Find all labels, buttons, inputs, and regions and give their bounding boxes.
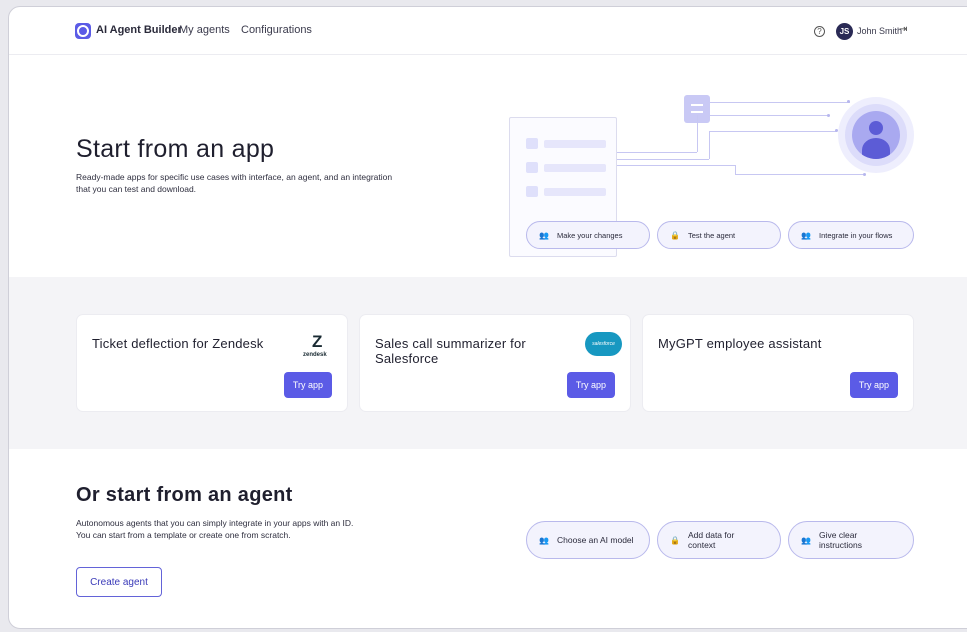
app-card-zendesk: Ticket deflection for Zendesk Z zendesk … [76, 314, 348, 412]
try-app-button[interactable]: Try app [566, 372, 615, 398]
nav-my-agents[interactable]: My agents [179, 24, 230, 36]
app-title: Ticket deflection for Zendesk [92, 336, 264, 351]
people-icon: 👥 [801, 535, 811, 545]
try-app-button[interactable]: Try app [849, 372, 898, 398]
help-icon[interactable]: ? [814, 26, 825, 37]
app-card-mygpt: MyGPT employee assistant Try app [642, 314, 914, 412]
app-title: MyGPT employee assistant [658, 336, 822, 351]
dot [835, 129, 838, 132]
connector-line [710, 115, 828, 116]
connector-line [697, 115, 698, 152]
app-window: AI Agent Builder My agents Configuration… [8, 6, 967, 629]
create-agent-button[interactable]: Create agent [76, 567, 162, 597]
person-avatar-icon [852, 111, 900, 159]
connector-line [709, 131, 710, 159]
step-add-data: 🔒 Add data for context [657, 521, 781, 559]
step-label: Test the agent [688, 230, 736, 240]
nav-configurations[interactable]: Configurations [241, 24, 312, 36]
step-choose-model: 👥 Choose an AI model [526, 521, 650, 559]
step-label: Add data for context [688, 530, 735, 550]
dot [863, 173, 866, 176]
people-icon: 👥 [539, 230, 549, 240]
page-subtitle: Ready-made apps for specific use cases w… [76, 172, 393, 194]
step-make-changes: 👥 Make your changes [526, 221, 650, 249]
lock-icon: 🔒 [670, 230, 680, 240]
connector-line [617, 159, 709, 160]
step-label: Integrate in your flows [819, 230, 893, 240]
form-row [526, 138, 606, 149]
step-label: Choose an AI model [557, 535, 634, 545]
connector-line [710, 102, 850, 103]
top-nav: AI Agent Builder My agents Configuration… [9, 7, 967, 55]
try-app-button[interactable]: Try app [283, 372, 332, 398]
step-integrate: 👥 Integrate in your flows [788, 221, 914, 249]
user-name[interactable]: John Smith [857, 26, 902, 36]
page-title: Start from an app [76, 135, 275, 163]
people-icon: 👥 [539, 535, 549, 545]
form-row [526, 186, 606, 197]
agent-section-subtitle: Autonomous agents that you can simply in… [76, 517, 416, 541]
connector-line [617, 152, 697, 153]
salesforce-logo-icon: salesforce [585, 332, 622, 356]
people-icon: 👥 [801, 230, 811, 240]
step-test-agent: 🔒 Test the agent [657, 221, 781, 249]
form-row [526, 162, 606, 173]
dot [827, 114, 830, 117]
lock-icon: 🔒 [670, 535, 680, 545]
connector-line [735, 165, 736, 174]
user-avatar[interactable]: JS [836, 23, 853, 40]
agent-section-title: Or start from an agent [76, 484, 293, 506]
zendesk-logo-icon: Z zendesk [303, 332, 327, 358]
app-card-salesforce: Sales call summarizer for Salesforce sal… [359, 314, 631, 412]
step-give-instructions: 👥 Give clear instructions [788, 521, 914, 559]
step-label: Make your changes [557, 230, 623, 240]
app-title: Sales call summarizer for Salesforce [375, 336, 526, 366]
connector-line [617, 165, 735, 166]
ai-agent-builder-logo-icon[interactable] [75, 23, 91, 39]
connector-line [709, 131, 837, 132]
subtitle-line: Autonomous agents that you can simply in… [76, 518, 354, 528]
brand-name[interactable]: AI Agent Builder [96, 24, 182, 36]
subtitle-line: You can start from a template or create … [76, 530, 291, 540]
connector-line [735, 174, 865, 175]
logout-icon[interactable]: ⇥ [899, 24, 907, 35]
step-label: Give clear instructions [819, 530, 862, 550]
dot [847, 100, 850, 103]
